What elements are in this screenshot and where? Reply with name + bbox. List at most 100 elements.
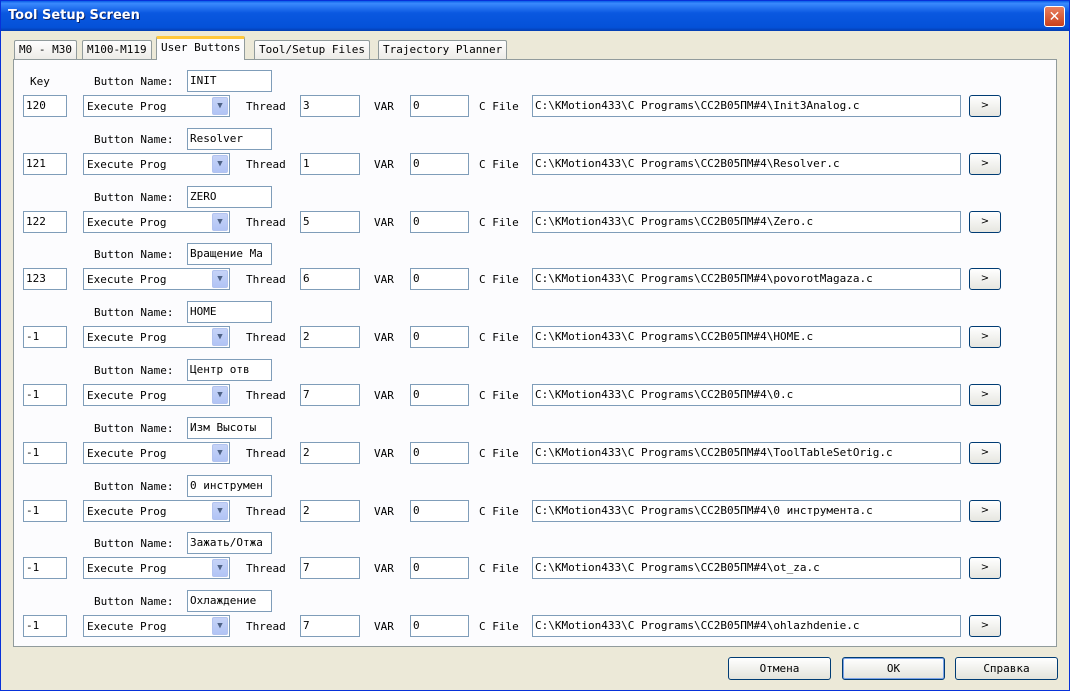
thread-input[interactable]: 1	[300, 153, 360, 175]
button-name-label: Button Name:	[94, 133, 174, 146]
help-button[interactable]: Справка	[955, 657, 1058, 680]
title-bar[interactable]: Tool Setup Screen ✕	[1, 1, 1069, 31]
chevron-down-icon[interactable]: ▼	[212, 213, 228, 231]
button-name-input[interactable]: Охлаждение	[187, 590, 272, 612]
thread-input[interactable]: 6	[300, 268, 360, 290]
key-input[interactable]: -1	[23, 615, 67, 637]
chevron-down-icon[interactable]: ▼	[212, 502, 228, 520]
browse-file-button[interactable]: >	[969, 95, 1001, 117]
key-input[interactable]: 122	[23, 211, 67, 233]
key-input[interactable]: 121	[23, 153, 67, 175]
thread-input[interactable]: 2	[300, 326, 360, 348]
c-file-path-input[interactable]: C:\KMotion433\C Programs\CC2B05ПМ#4\povo…	[532, 268, 961, 290]
action-select[interactable]: Execute Prog ▼	[83, 384, 230, 406]
action-select[interactable]: Execute Prog ▼	[83, 268, 230, 290]
c-file-path-input[interactable]: C:\KMotion433\C Programs\CC2B05ПМ#4\Reso…	[532, 153, 961, 175]
action-select[interactable]: Execute Prog ▼	[83, 153, 230, 175]
action-select-value: Execute Prog	[87, 389, 167, 402]
key-input[interactable]: -1	[23, 500, 67, 522]
c-file-path-input[interactable]: C:\KMotion433\C Programs\CC2B05ПМ#4\ohla…	[532, 615, 961, 637]
thread-input[interactable]: 7	[300, 384, 360, 406]
c-file-label: C File	[479, 447, 519, 460]
thread-input[interactable]: 2	[300, 442, 360, 464]
c-file-path-input[interactable]: C:\KMotion433\C Programs\CC2B05ПМ#4\0.c	[532, 384, 961, 406]
key-input[interactable]: -1	[23, 384, 67, 406]
button-name-label: Button Name:	[94, 595, 174, 608]
action-select[interactable]: Execute Prog ▼	[83, 95, 230, 117]
key-input[interactable]: -1	[23, 442, 67, 464]
close-button[interactable]: ✕	[1044, 6, 1065, 27]
tab-m100-m119[interactable]: M100-M119	[82, 40, 152, 60]
c-file-path-input[interactable]: C:\KMotion433\C Programs\CC2B05ПМ#4\Zero…	[532, 211, 961, 233]
chevron-down-icon[interactable]: ▼	[212, 270, 228, 288]
c-file-path-input[interactable]: C:\KMotion433\C Programs\CC2B05ПМ#4\Init…	[532, 95, 961, 117]
thread-label: Thread	[246, 331, 286, 344]
browse-file-button[interactable]: >	[969, 153, 1001, 175]
browse-file-button[interactable]: >	[969, 615, 1001, 637]
var-input[interactable]: 0	[410, 211, 469, 233]
button-name-label: Button Name:	[94, 306, 174, 319]
var-input[interactable]: 0	[410, 326, 469, 348]
chevron-down-icon[interactable]: ▼	[212, 617, 228, 635]
var-label: VAR	[374, 273, 394, 286]
ok-button[interactable]: OK	[842, 657, 945, 680]
c-file-path-input[interactable]: C:\KMotion433\C Programs\CC2B05ПМ#4\Tool…	[532, 442, 961, 464]
browse-file-button[interactable]: >	[969, 442, 1001, 464]
tab-tool-setup-files[interactable]: Tool/Setup Files	[254, 40, 370, 60]
key-input[interactable]: -1	[23, 557, 67, 579]
key-input[interactable]: 123	[23, 268, 67, 290]
chevron-down-icon[interactable]: ▼	[212, 559, 228, 577]
button-name-input[interactable]: ZERO	[187, 186, 272, 208]
chevron-down-icon[interactable]: ▼	[212, 444, 228, 462]
browse-file-button[interactable]: >	[969, 557, 1001, 579]
action-select[interactable]: Execute Prog ▼	[83, 557, 230, 579]
action-select[interactable]: Execute Prog ▼	[83, 211, 230, 233]
button-name-input[interactable]: INIT	[187, 70, 272, 92]
action-select[interactable]: Execute Prog ▼	[83, 500, 230, 522]
var-label: VAR	[374, 216, 394, 229]
c-file-path-input[interactable]: C:\KMotion433\C Programs\CC2B05ПМ#4\ot_z…	[532, 557, 961, 579]
button-name-input[interactable]: HOME	[187, 301, 272, 323]
browse-file-button[interactable]: >	[969, 500, 1001, 522]
button-name-input[interactable]: Вращение Ма	[187, 243, 272, 265]
var-label: VAR	[374, 331, 394, 344]
var-input[interactable]: 0	[410, 268, 469, 290]
button-name-input[interactable]: 0 инструмен	[187, 475, 272, 497]
key-input[interactable]: -1	[23, 326, 67, 348]
thread-input[interactable]: 3	[300, 95, 360, 117]
var-input[interactable]: 0	[410, 500, 469, 522]
thread-input[interactable]: 5	[300, 211, 360, 233]
chevron-down-icon[interactable]: ▼	[212, 97, 228, 115]
browse-file-button[interactable]: >	[969, 384, 1001, 406]
thread-input[interactable]: 7	[300, 557, 360, 579]
var-input[interactable]: 0	[410, 384, 469, 406]
tab-m0-m30[interactable]: M0 - M30	[14, 40, 77, 60]
action-select[interactable]: Execute Prog ▼	[83, 615, 230, 637]
c-file-path-input[interactable]: C:\KMotion433\C Programs\CC2B05ПМ#4\HOME…	[532, 326, 961, 348]
chevron-down-icon[interactable]: ▼	[212, 386, 228, 404]
key-input[interactable]: 120	[23, 95, 67, 117]
button-name-input[interactable]: Центр отв	[187, 359, 272, 381]
button-name-input[interactable]: Изм Высоты	[187, 417, 272, 439]
cancel-button[interactable]: Отмена	[728, 657, 831, 680]
thread-input[interactable]: 2	[300, 500, 360, 522]
c-file-label: C File	[479, 505, 519, 518]
var-input[interactable]: 0	[410, 442, 469, 464]
var-input[interactable]: 0	[410, 615, 469, 637]
var-input[interactable]: 0	[410, 557, 469, 579]
c-file-path-input[interactable]: C:\KMotion433\C Programs\CC2B05ПМ#4\0 ин…	[532, 500, 961, 522]
browse-file-button[interactable]: >	[969, 268, 1001, 290]
var-input[interactable]: 0	[410, 95, 469, 117]
browse-file-button[interactable]: >	[969, 211, 1001, 233]
tab-trajectory-planner[interactable]: Trajectory Planner	[378, 40, 508, 60]
action-select[interactable]: Execute Prog ▼	[83, 442, 230, 464]
browse-file-button[interactable]: >	[969, 326, 1001, 348]
var-input[interactable]: 0	[410, 153, 469, 175]
action-select[interactable]: Execute Prog ▼	[83, 326, 230, 348]
tab-user-buttons[interactable]: User Buttons	[156, 36, 246, 60]
thread-input[interactable]: 7	[300, 615, 360, 637]
button-name-input[interactable]: Зажать/Отжа	[187, 532, 272, 554]
chevron-down-icon[interactable]: ▼	[212, 328, 228, 346]
chevron-down-icon[interactable]: ▼	[212, 155, 228, 173]
button-name-input[interactable]: Resolver	[187, 128, 272, 150]
